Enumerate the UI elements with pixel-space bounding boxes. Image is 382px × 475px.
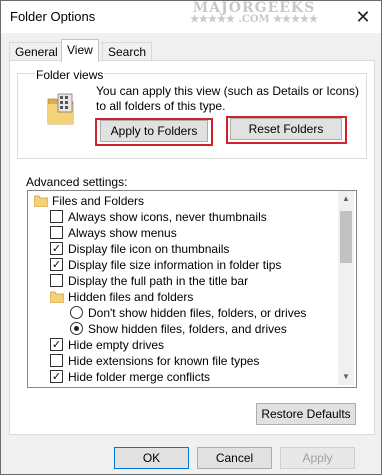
list-scrollbar[interactable]: ▲ ▼ [338, 191, 354, 385]
folder-icon [49, 291, 65, 304]
watermark-title: MAJORGEEKS [192, 0, 316, 16]
list-item-label: Don't show hidden files, folders, or dri… [88, 306, 307, 320]
folder-options-dialog: Folder Options MAJORGEEKS ★★★★★ .COM ★★★… [0, 0, 382, 475]
apply-button[interactable]: Apply [280, 447, 355, 469]
apply-to-folders-button[interactable]: Apply to Folders [100, 120, 208, 142]
checkmark-icon[interactable]: ✓ [50, 242, 63, 255]
list-item-label: Show hidden files, folders, and drives [88, 322, 287, 336]
title-bar[interactable]: Folder Options MAJORGEEKS ★★★★★ .COM ★★★… [1, 1, 381, 33]
checkbox-unchecked-icon[interactable] [50, 210, 63, 223]
scroll-up-icon[interactable]: ▲ [338, 191, 354, 207]
list-item-label: Hide extensions for known file types [68, 354, 260, 368]
scroll-thumb[interactable] [340, 211, 352, 263]
folder-views-description: You can apply this view (such as Details… [96, 84, 360, 113]
tab-view[interactable]: View [61, 39, 99, 62]
scroll-down-icon[interactable]: ▼ [338, 369, 354, 385]
checkbox-unchecked-icon[interactable] [50, 354, 63, 367]
list-item-label: Hide folder merge conflicts [68, 370, 211, 384]
watermark-subtitle: ★★★★★ .COM ★★★★★ [190, 14, 318, 25]
checkmark-icon[interactable]: ✓ [50, 338, 63, 351]
list-item-label: Files and Folders [52, 194, 145, 208]
radio-unselected-icon[interactable] [70, 306, 83, 319]
tab-search[interactable]: Search [102, 42, 153, 61]
checkbox-unchecked-icon[interactable] [50, 274, 63, 287]
advanced-settings-list[interactable]: Files and Folders Always show icons, nev… [27, 190, 357, 388]
folder-views-label: Folder views [35, 68, 105, 82]
list-item-label: Always show icons, never thumbnails [68, 210, 267, 224]
tab-general[interactable]: General [9, 42, 64, 61]
cancel-button[interactable]: Cancel [197, 447, 272, 469]
checkbox-unchecked-icon[interactable] [50, 226, 63, 239]
list-item-label: Display file icon on thumbnails [68, 242, 230, 256]
list-item-label: Hidden files and folders [68, 290, 194, 304]
list-item-label: Display the full path in the title bar [68, 274, 249, 288]
radio-dot [74, 326, 79, 331]
close-button[interactable]: ✕ [349, 5, 377, 29]
list-item-label: Hide empty drives [68, 338, 165, 352]
folder-views-icon [46, 93, 78, 127]
checkmark-icon[interactable]: ✓ [50, 258, 63, 271]
close-icon: ✕ [355, 7, 371, 27]
ok-button[interactable]: OK [114, 447, 189, 469]
majorgeeks-watermark: MAJORGEEKS ★★★★★ .COM ★★★★★ [179, 0, 329, 26]
radio-selected-icon[interactable] [70, 322, 83, 335]
reset-folders-button[interactable]: Reset Folders [230, 118, 342, 140]
advanced-settings-label: Advanced settings: [26, 175, 128, 189]
list-item-label: Always show menus [68, 226, 177, 240]
restore-defaults-button[interactable]: Restore Defaults [256, 403, 356, 425]
list-item-label: Display file size information in folder … [68, 258, 282, 272]
folder-icon [33, 195, 49, 208]
window-title: Folder Options [10, 9, 96, 24]
checkmark-icon[interactable]: ✓ [50, 370, 63, 383]
